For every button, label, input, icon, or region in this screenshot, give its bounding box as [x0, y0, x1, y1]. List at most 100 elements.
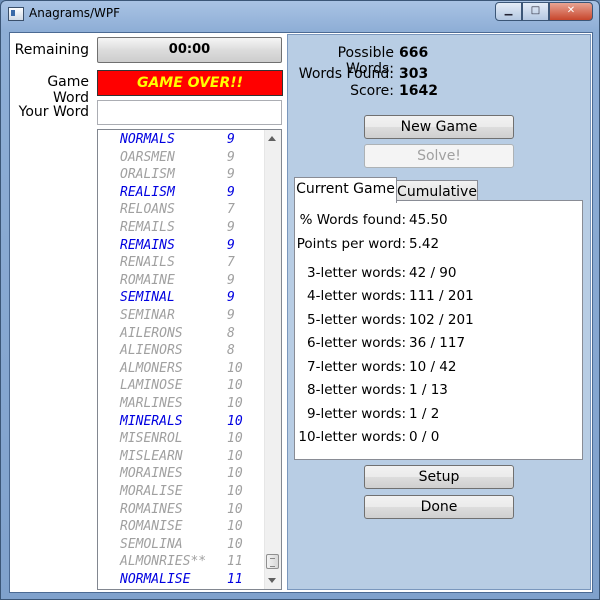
list-item-points: 9	[227, 237, 235, 253]
stat-label: % Words found:	[299, 212, 406, 228]
client-area: Remaining 00:00 Game Word GAME OVER!! Yo…	[9, 32, 593, 593]
list-item-word: MARLINES	[120, 396, 183, 411]
word-list[interactable]: NORMALS 9 OARSMEN 9 ORALISM 9 REALISM 9 RELOANS 7…	[97, 129, 282, 590]
list-item-word: ROMANISE	[120, 519, 183, 535]
list-item-points: 9	[227, 184, 235, 200]
list-item-word: LAMINOSE	[120, 378, 183, 394]
close-button[interactable]: ✕	[549, 2, 593, 21]
app-icon[interactable]	[8, 7, 24, 21]
new-game-button[interactable]: New Game	[364, 115, 514, 139]
app-window: Anagrams/WPF ▁ □ ✕ Remaining 00:00 Game …	[0, 0, 600, 600]
list-item-points: 10	[227, 378, 243, 394]
list-item[interactable]: RELOANS 7	[98, 201, 264, 218]
stat-value: 111 / 201	[409, 288, 474, 304]
your-word-label: Your Word	[18, 104, 89, 120]
list-item[interactable]: SEMINAL 9	[98, 289, 264, 306]
stat-label: 10-letter words:	[298, 429, 406, 445]
done-button[interactable]: Done	[364, 495, 514, 519]
list-item-points: 11	[227, 572, 243, 587]
stat-value: 1 / 13	[409, 382, 448, 398]
setup-button[interactable]: Setup	[364, 465, 514, 489]
list-item-points: 9	[227, 308, 235, 323]
list-item-points: 9	[227, 149, 235, 165]
list-item[interactable]: ALIENORS 8	[98, 342, 264, 359]
scroll-down-icon[interactable]	[268, 578, 276, 583]
timer-display: 00:00	[97, 37, 282, 63]
list-item[interactable]: OARSMEN 9	[98, 149, 264, 166]
list-item-points: 10	[227, 536, 243, 552]
scroll-up-icon[interactable]	[268, 136, 276, 141]
list-item[interactable]: MINERALS 10	[98, 413, 264, 430]
stat-value: 0 / 0	[409, 429, 440, 445]
window-title: Anagrams/WPF	[29, 6, 121, 20]
list-item-points: 10	[227, 360, 243, 376]
list-item[interactable]: NORMALS 9	[98, 131, 264, 148]
list-item[interactable]: ROMAINE 9	[98, 272, 264, 289]
minimize-button[interactable]: ▁	[495, 2, 522, 21]
list-item-word: REALISM	[120, 184, 175, 200]
list-item-word: ORALISM	[120, 167, 175, 183]
list-item[interactable]: MARLINES 10	[98, 395, 264, 412]
stat-value: 5.42	[409, 236, 440, 252]
list-item-points: 10	[227, 448, 243, 464]
stat-value: 10 / 42	[409, 359, 457, 375]
stat-label: 9-letter words:	[306, 406, 406, 422]
list-item-word: NORMALS	[120, 132, 175, 147]
your-word-input[interactable]	[97, 100, 282, 125]
list-item[interactable]: ROMAINES 10	[98, 501, 264, 518]
list-item-points: 7	[227, 255, 235, 271]
list-item-points: 10	[227, 519, 243, 535]
tab-current-game[interactable]: Current Game	[294, 177, 397, 203]
list-item-word: MORALISE	[120, 484, 183, 499]
list-item[interactable]: MORAINES 10	[98, 465, 264, 482]
title-bar[interactable]: Anagrams/WPF ▁ □ ✕	[1, 1, 599, 27]
scroll-thumb[interactable]	[266, 554, 279, 569]
list-item-points: 9	[227, 290, 235, 306]
list-item-points: 10	[227, 466, 243, 482]
list-item-word: SEMOLINA	[120, 536, 183, 552]
list-item[interactable]: ORALISM 9	[98, 166, 264, 183]
game-word-display: GAME OVER!!	[97, 70, 283, 96]
list-item[interactable]: REMAILS 9	[98, 219, 264, 236]
list-item[interactable]: REMAINS 9	[98, 237, 264, 254]
list-item-points: 7	[227, 202, 235, 218]
game-word-label: Game Word	[47, 74, 89, 106]
list-item-points: 8	[227, 325, 235, 341]
list-item[interactable]: SEMINAR 9	[98, 307, 264, 324]
list-item-points: 11	[227, 554, 243, 570]
list-item[interactable]: ROMANISE 10	[98, 518, 264, 535]
list-item[interactable]: RENAILS 7	[98, 254, 264, 271]
list-item-word: RENAILS	[120, 255, 175, 271]
maximize-button[interactable]: □	[522, 2, 549, 21]
list-item[interactable]: ALMONERS 10	[98, 360, 264, 377]
stat-value: 45.50	[409, 212, 448, 228]
list-item[interactable]: MORALISE 10	[98, 483, 264, 500]
stat-label: 7-letter words:	[306, 359, 406, 375]
stat-label: Points per word:	[296, 236, 406, 252]
caption-buttons: ▁ □ ✕	[495, 2, 593, 21]
word-list-scrollbar[interactable]	[264, 130, 281, 589]
current-game-stats-panel: % Words found: 45.50 Points per word: 5.…	[294, 200, 583, 460]
solve-button[interactable]: Solve!	[364, 144, 514, 168]
list-item[interactable]: SEMOLINA 10	[98, 536, 264, 553]
list-item[interactable]: AILERONS 8	[98, 325, 264, 342]
stat-label: 5-letter words:	[306, 312, 406, 328]
list-item-word: MINERALS	[120, 413, 183, 429]
words-found-label: Words Found:	[298, 66, 394, 82]
score-label: Score:	[350, 83, 394, 99]
list-item-word: REMAINS	[120, 237, 175, 253]
list-item[interactable]: ALMONRIES** 11	[98, 553, 264, 570]
list-item-word: RELOANS	[120, 202, 175, 218]
words-found-value: 303	[399, 66, 429, 82]
stat-value: 36 / 117	[409, 335, 466, 351]
list-item-points: 9	[227, 167, 235, 183]
list-item[interactable]: MISENROL 10	[98, 430, 264, 447]
list-item[interactable]: NORMALISE 11	[98, 571, 264, 588]
list-item[interactable]: LAMINOSE 10	[98, 377, 264, 394]
stat-label: 4-letter words:	[306, 288, 406, 304]
list-item-points: 9	[227, 220, 235, 235]
list-item-word: MISENROL	[120, 431, 183, 447]
stat-value: 42 / 90	[409, 265, 457, 281]
list-item[interactable]: MISLEARN 10	[98, 448, 264, 465]
list-item[interactable]: REALISM 9	[98, 184, 264, 201]
